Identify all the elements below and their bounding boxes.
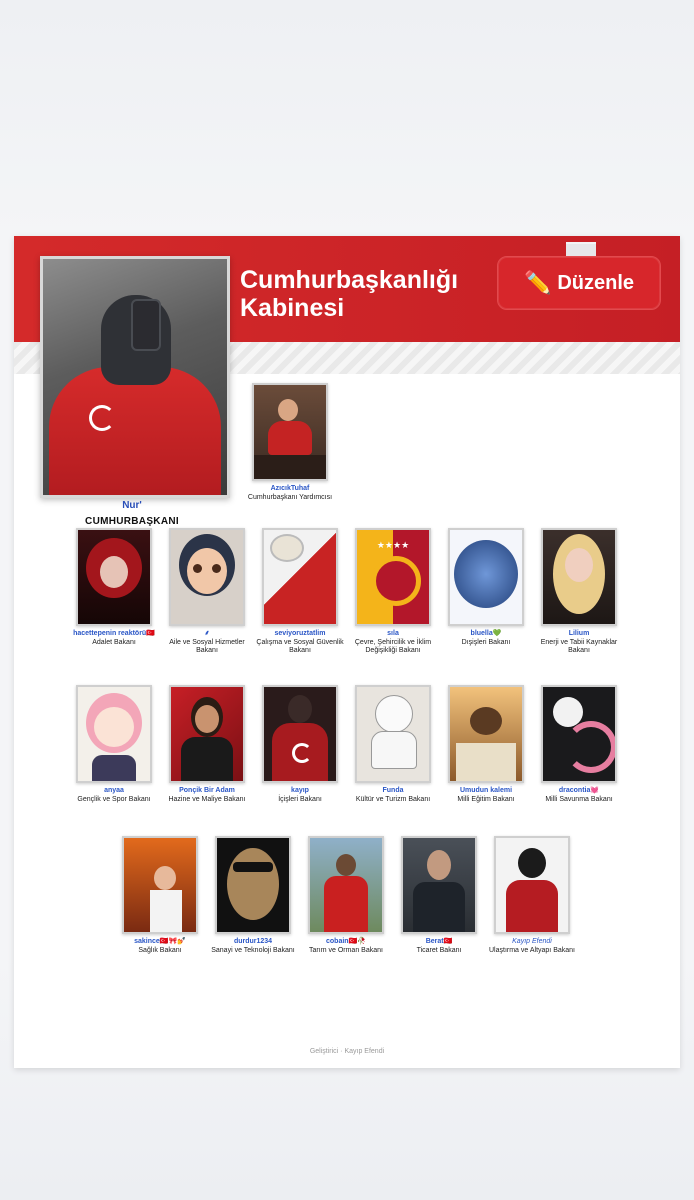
member-role: Adalet Bakanı: [92, 639, 136, 646]
member-photo[interactable]: [76, 528, 152, 626]
member-photo[interactable]: [262, 528, 338, 626]
member-photo[interactable]: ★★★★: [355, 528, 431, 626]
member-card[interactable]: seviyoruztatlim Çalışma ve Sosyal Güvenl…: [255, 528, 345, 655]
member-role: Sağlık Bakanı: [138, 947, 182, 954]
member-photo[interactable]: [262, 685, 338, 783]
pencil-icon: ✏️: [523, 270, 552, 295]
document-icon: [566, 242, 596, 256]
member-name[interactable]: anyaa: [69, 786, 159, 795]
member-role: İçişleri Bakanı: [278, 796, 322, 803]
member-role: Milli Savunma Bakanı: [545, 796, 613, 803]
member-name[interactable]: sakince🇹🇷🎀💅: [115, 937, 205, 946]
vice-president-card[interactable]: AzıcıkTuhaf Cumhurbaşkanı Yardımcısı: [245, 383, 335, 502]
member-role: Kültür ve Turizm Bakanı: [355, 796, 431, 803]
member-role: Gençlik ve Spor Bakanı: [77, 796, 151, 803]
member-role: Cumhurbaşkanı Yardımcısı: [247, 494, 333, 501]
member-card[interactable]: Berat🇹🇷 Ticaret Bakanı: [394, 836, 484, 955]
member-role: Sanayi ve Teknoloji Bakanı: [211, 947, 295, 954]
member-role: Ulaştırma ve Altyapı Bakanı: [489, 947, 575, 954]
member-role: Enerji ve Tabii Kaynaklar Bakanı: [540, 639, 618, 654]
member-name[interactable]: sıla: [348, 629, 438, 638]
member-card[interactable]: Umudun kalemi Milli Eğitim Bakanı: [441, 685, 531, 804]
cabinet-card: Cumhurbaşkanlığı Kabinesi ✏️ Düzenle Nur…: [14, 236, 680, 1068]
member-role: Tarım ve Orman Bakanı: [309, 947, 383, 954]
member-card[interactable]: cobain🇹🇷🥀 Tarım ve Orman Bakanı: [301, 836, 391, 955]
member-card[interactable]: ★★★★ sıla Çevre, Şehircilik ve İklim Değ…: [348, 528, 438, 655]
member-card[interactable]: kayıp İçişleri Bakanı: [255, 685, 345, 804]
member-role: Ticaret Bakanı: [416, 947, 462, 954]
member-photo[interactable]: [541, 528, 617, 626]
member-photo[interactable]: [308, 836, 384, 934]
member-role: Milli Eğitim Bakanı: [457, 796, 515, 803]
member-name[interactable]: Lilium: [534, 629, 624, 638]
member-photo[interactable]: [355, 685, 431, 783]
member-role: Hazine ve Maliye Bakanı: [168, 796, 246, 803]
page-title: Cumhurbaşkanlığı Kabinesi: [240, 266, 459, 322]
member-photo[interactable]: [448, 685, 524, 783]
member-photo[interactable]: [122, 836, 198, 934]
member-card[interactable]: hacettepenin reaktörü🇹🇷 Adalet Bakanı: [69, 528, 159, 647]
member-name[interactable]: seviyoruztatlim: [255, 629, 345, 638]
member-name[interactable]: dracontia💓: [534, 786, 624, 795]
member-role: Çevre, Şehircilik ve İklim Değişikliği B…: [354, 639, 432, 654]
member-name[interactable]: Berat🇹🇷: [394, 937, 484, 946]
member-card[interactable]: dracontia💓 Milli Savunma Bakanı: [534, 685, 624, 804]
member-role: Dışişleri Bakanı: [461, 639, 511, 646]
member-card[interactable]: bluella💚 Dışişleri Bakanı: [441, 528, 531, 647]
member-photo[interactable]: [541, 685, 617, 783]
member-photo[interactable]: [215, 836, 291, 934]
member-name[interactable]: hacettepenin reaktörü🇹🇷: [69, 629, 159, 638]
member-card[interactable]: Ponçik Bir Adam Hazine ve Maliye Bakanı: [162, 685, 252, 804]
member-card[interactable]: ⸙ Aile ve Sosyal Hizmetler Bakanı: [162, 528, 252, 655]
member-photo[interactable]: [169, 528, 245, 626]
member-photo[interactable]: [448, 528, 524, 626]
member-role: Çalışma ve Sosyal Güvenlik Bakanı: [256, 639, 344, 654]
president-photo[interactable]: [40, 256, 230, 498]
member-photo[interactable]: [401, 836, 477, 934]
president-name[interactable]: Nur': [40, 500, 224, 511]
member-card[interactable]: Funda Kültür ve Turizm Bakanı: [348, 685, 438, 804]
edit-button[interactable]: ✏️ Düzenle: [497, 256, 661, 310]
member-name[interactable]: durdur1234: [208, 937, 298, 946]
edit-button-label: Düzenle: [557, 271, 635, 294]
member-name[interactable]: Kayıp Efendi: [487, 937, 577, 946]
footer-credit: Geliştirici · Kayıp Efendi: [309, 1048, 385, 1055]
member-name[interactable]: ⸙: [162, 629, 252, 638]
president-role: CUMHURBAŞKANI: [85, 516, 179, 527]
member-photo[interactable]: [494, 836, 570, 934]
member-card[interactable]: durdur1234 Sanayi ve Teknoloji Bakanı: [208, 836, 298, 955]
member-name[interactable]: AzıcıkTuhaf: [245, 484, 335, 493]
member-name[interactable]: Ponçik Bir Adam: [162, 786, 252, 795]
member-name[interactable]: cobain🇹🇷🥀: [301, 937, 391, 946]
member-photo[interactable]: [76, 685, 152, 783]
member-card[interactable]: anyaa Gençlik ve Spor Bakanı: [69, 685, 159, 804]
member-photo[interactable]: [169, 685, 245, 783]
vice-president-photo[interactable]: [252, 383, 328, 481]
member-role: Aile ve Sosyal Hizmetler Bakanı: [169, 639, 245, 654]
member-name[interactable]: kayıp: [255, 786, 345, 795]
member-card[interactable]: sakince🇹🇷🎀💅 Sağlık Bakanı: [115, 836, 205, 955]
member-name[interactable]: Funda: [348, 786, 438, 795]
member-name[interactable]: Umudun kalemi: [441, 786, 531, 795]
member-card[interactable]: Lilium Enerji ve Tabii Kaynaklar Bakanı: [534, 528, 624, 655]
member-card[interactable]: Kayıp Efendi Ulaştırma ve Altyapı Bakanı: [487, 836, 577, 955]
member-name[interactable]: bluella💚: [441, 629, 531, 638]
